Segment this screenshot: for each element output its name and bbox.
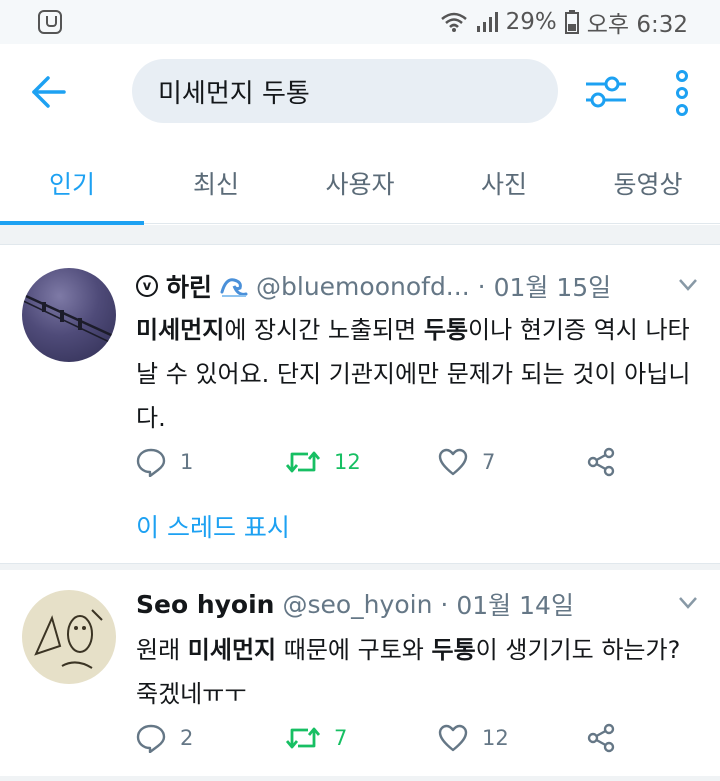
avatar[interactable] <box>22 268 116 362</box>
tab-videos[interactable]: 동영상 <box>576 142 720 224</box>
avatar-image <box>34 609 103 669</box>
wave-emoji-icon <box>220 278 248 297</box>
heart-icon <box>438 724 468 752</box>
reply-button[interactable]: 1 <box>136 444 193 480</box>
highlight-keyword: 두통 <box>431 636 476 664</box>
tab-top[interactable]: 인기 <box>0 142 144 225</box>
wifi-icon <box>440 12 467 32</box>
separator-dot: · <box>477 271 486 301</box>
feed-top-divider <box>0 225 720 245</box>
search-header: 미세먼지 두통 <box>0 44 720 140</box>
status-icons: 29% 오후 6:32 <box>440 6 688 38</box>
tab-people[interactable]: 사용자 <box>288 142 432 224</box>
battery-percent: 29% <box>505 9 557 35</box>
tweet-date: 01월 15일 <box>493 273 612 302</box>
tweet-actions: 1 12 7 <box>136 444 636 480</box>
like-button[interactable]: 12 <box>438 720 509 756</box>
feed-bottom-divider <box>0 776 720 781</box>
tweet-date: 01월 14일 <box>456 591 574 620</box>
reply-icon <box>136 448 166 477</box>
user-name[interactable]: Seo hyoin <box>136 590 274 619</box>
tweet-text: 미세먼지에 장시간 노출되면 두통이나 현기증 역시 나타날 수 있어요. 단지… <box>136 308 696 440</box>
like-count: 7 <box>482 450 496 474</box>
share-button[interactable] <box>586 444 616 480</box>
like-count: 12 <box>482 726 509 750</box>
battery-icon <box>564 10 579 34</box>
clock: 오후 6:32 <box>586 12 688 38</box>
status-bar: 29% 오후 6:32 <box>0 0 720 44</box>
tweet-text-segment: 때문에 구토와 <box>276 636 432 664</box>
signal-icon <box>476 12 498 32</box>
highlight-keyword: 미세먼지 <box>136 316 225 344</box>
tab-photos[interactable]: 사진 <box>432 142 576 224</box>
reply-count: 1 <box>180 450 194 474</box>
separator-dot: · <box>440 589 449 619</box>
avatar[interactable] <box>22 590 116 684</box>
reply-icon <box>136 724 166 753</box>
tab-latest[interactable]: 최신 <box>144 142 288 224</box>
retweet-button[interactable]: 7 <box>286 720 347 756</box>
highlight-keyword: 미세먼지 <box>187 636 277 664</box>
tweet-header: v 하린 @bluemoonofd... · 01월 15일 <box>136 268 662 304</box>
back-arrow-icon[interactable] <box>28 74 68 110</box>
user-name[interactable]: 하린 <box>166 268 212 304</box>
tweet-text-segment: 원래 <box>136 636 188 664</box>
retweet-count: 12 <box>334 450 361 474</box>
retweet-count: 7 <box>334 726 348 750</box>
reply-count: 2 <box>180 726 194 750</box>
user-handle[interactable]: @bluemoonofd... <box>256 272 470 301</box>
more-options-icon[interactable] <box>668 68 696 118</box>
chevron-down-icon[interactable] <box>678 596 698 610</box>
tweet-actions: 2 7 12 <box>136 720 636 756</box>
search-input[interactable]: 미세먼지 두통 <box>132 59 558 123</box>
tweet-text-segment: 에 장시간 노출되면 <box>224 316 424 344</box>
chevron-down-icon[interactable] <box>678 278 698 292</box>
retweet-icon <box>286 451 320 473</box>
tweet-header: Seo hyoin @seo_hyoin · 01월 14일 <box>136 586 662 622</box>
filter-sliders-icon[interactable] <box>584 70 628 114</box>
retweet-button[interactable]: 12 <box>286 444 361 480</box>
user-handle[interactable]: @seo_hyoin <box>282 590 432 619</box>
app-notification-icon <box>38 10 62 34</box>
search-tabs: 인기 최신 사용자 사진 동영상 <box>0 142 720 225</box>
verified-badge: v <box>136 275 158 297</box>
show-thread-link[interactable]: 이 스레드 표시 <box>136 508 290 544</box>
like-button[interactable]: 7 <box>438 444 495 480</box>
share-button[interactable] <box>586 720 616 756</box>
reply-button[interactable]: 2 <box>136 720 193 756</box>
avatar-image <box>22 292 116 346</box>
tweet-item[interactable]: Seo hyoin @seo_hyoin · 01월 14일 원래 미세먼지 때… <box>0 570 720 781</box>
share-icon <box>587 723 615 753</box>
retweet-icon <box>286 727 320 749</box>
heart-icon <box>438 448 468 476</box>
tweet-item[interactable]: v 하린 @bluemoonofd... · 01월 15일 미세먼지에 장시간… <box>0 246 720 564</box>
tweet-text: 원래 미세먼지 때문에 구토와 두통이 생기기도 하는가? 죽겠네ㅠㅜ <box>136 628 696 716</box>
highlight-keyword: 두통 <box>423 316 469 344</box>
share-icon <box>587 447 615 477</box>
